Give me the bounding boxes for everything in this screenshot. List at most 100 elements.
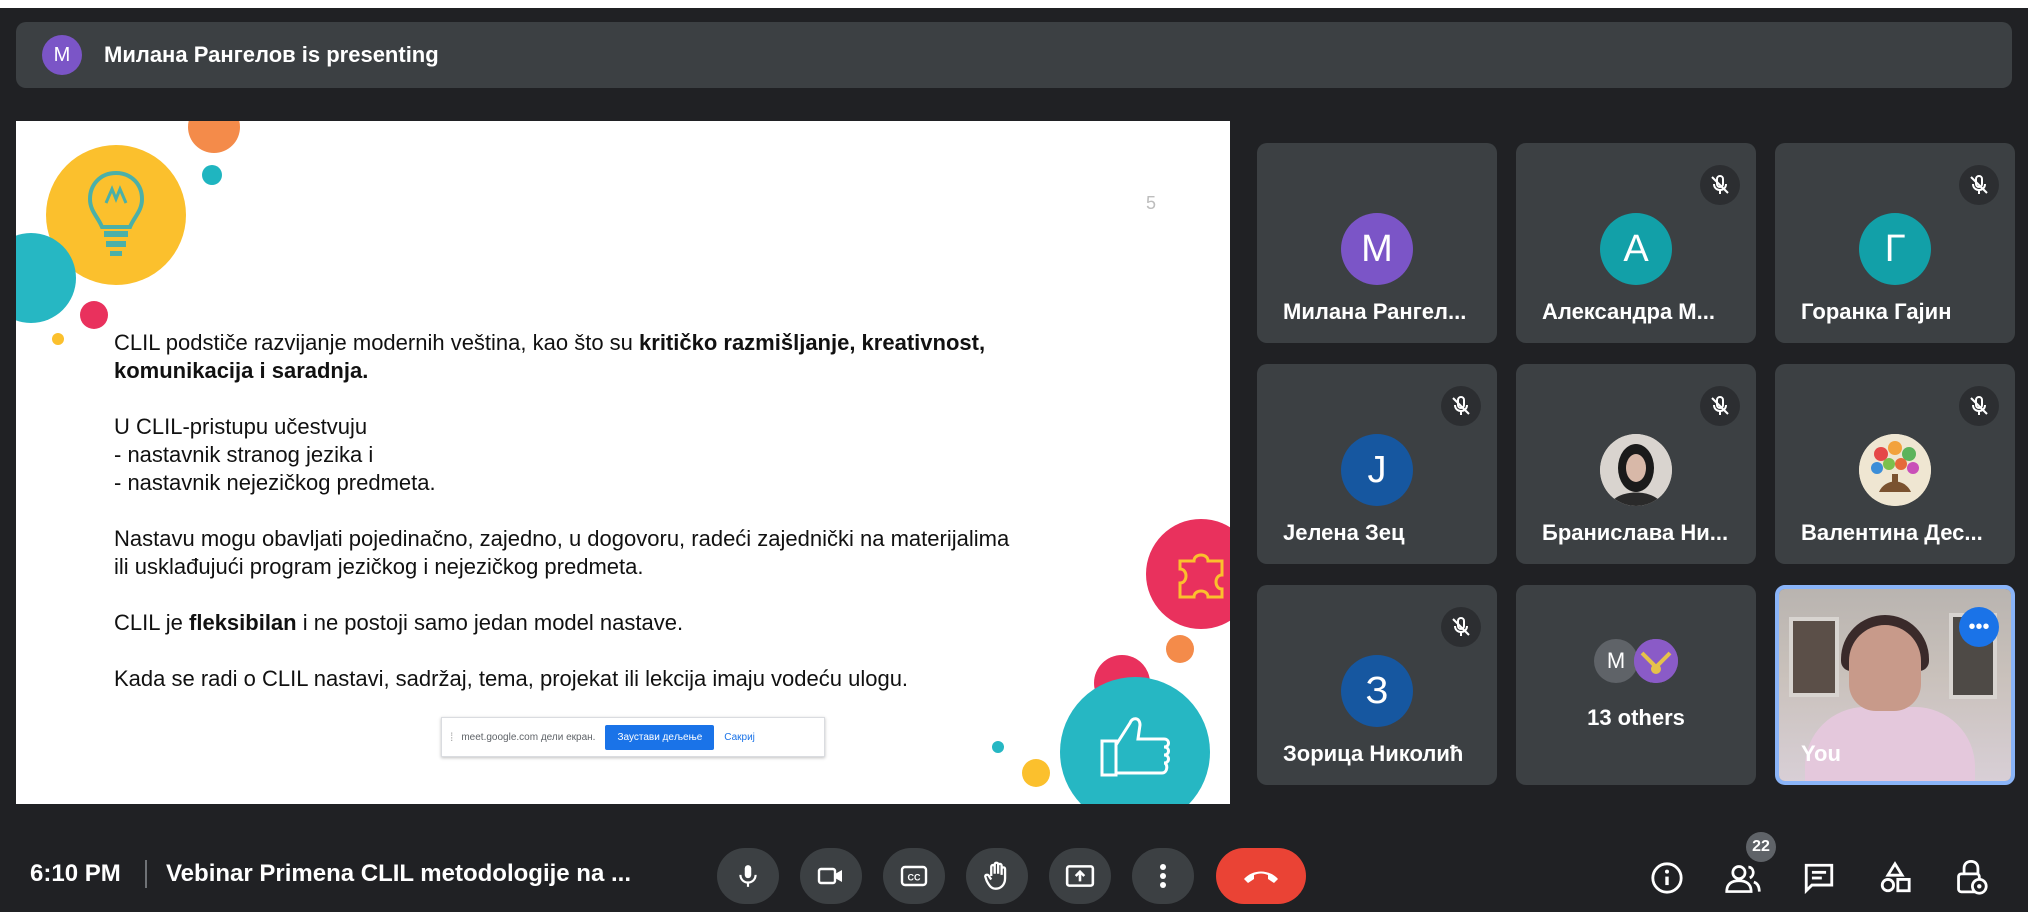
slide-paragraph: Kada se radi o CLIL nastavi, sadržaj, te… bbox=[114, 665, 1114, 693]
decor-circle bbox=[188, 121, 240, 153]
share-notice-text: meet.google.com дели екран. bbox=[461, 731, 596, 743]
camera-button[interactable] bbox=[800, 848, 862, 904]
presentation-slide: 5 CLIL podstiče razvijanje modernih vešt… bbox=[16, 121, 1230, 804]
thumbs-up-icon bbox=[1098, 711, 1174, 781]
decor-circle bbox=[202, 165, 222, 185]
slide-text: ili usklađujući program jezičkog i nejez… bbox=[114, 554, 644, 579]
host-controls-button[interactable] bbox=[1949, 856, 1993, 900]
wall-picture bbox=[1789, 617, 1839, 697]
more-options-icon bbox=[1159, 863, 1167, 889]
present-screen-icon bbox=[1065, 863, 1095, 889]
decor-circle bbox=[1022, 759, 1050, 787]
drag-handle-icon[interactable]: ⁞ bbox=[450, 730, 453, 744]
mic-off-icon bbox=[1700, 165, 1740, 205]
camera-icon bbox=[817, 863, 845, 889]
mic-off-icon bbox=[1441, 386, 1481, 426]
meeting-title[interactable]: Vebinar Primena CLIL metodologije na ... bbox=[166, 860, 631, 888]
participant-avatar: З bbox=[1341, 655, 1413, 727]
more-options-button[interactable] bbox=[1132, 848, 1194, 904]
presenting-banner: M Милана Рангелов is presenting bbox=[16, 22, 2012, 88]
people-icon bbox=[1724, 861, 1762, 895]
lightbulb-icon bbox=[84, 167, 148, 263]
stop-sharing-button[interactable]: Заустави дељење bbox=[605, 724, 715, 750]
participant-avatar: M bbox=[1341, 213, 1413, 285]
decor-circle bbox=[1166, 635, 1194, 663]
slide-text: - nastavnik stranog jezika i bbox=[114, 442, 374, 467]
participant-avatar: A bbox=[1600, 213, 1672, 285]
self-video-tile[interactable]: ••• You bbox=[1775, 585, 2015, 785]
mic-off-icon bbox=[1441, 607, 1481, 647]
slide-text: U CLIL-pristupu učestvuju bbox=[114, 414, 368, 439]
participant-name: Јелена Зец bbox=[1283, 520, 1405, 545]
slide-number: 5 bbox=[1146, 193, 1157, 213]
slide-bold-text: fleksibilan bbox=[189, 610, 297, 635]
participant-photo-avatar bbox=[1859, 434, 1931, 506]
slide-text: - nastavnik nejezičkog predmeta. bbox=[114, 470, 436, 495]
others-avatar: M bbox=[1594, 639, 1638, 683]
slide-text: CLIL je bbox=[114, 610, 190, 635]
slide-text: Nastavu mogu obavljati pojedinačno, zaje… bbox=[114, 526, 1010, 551]
decor-circle bbox=[992, 741, 1004, 753]
participant-photo-avatar bbox=[1600, 434, 1672, 506]
participant-tile[interactable]: З Зорица Николић bbox=[1257, 585, 1497, 785]
others-tile[interactable]: M 13 others bbox=[1516, 585, 1756, 785]
participant-avatar: J bbox=[1341, 434, 1413, 506]
participant-avatar: Г bbox=[1859, 213, 1931, 285]
microphone-icon bbox=[735, 863, 761, 889]
participant-tile[interactable]: J Јелена Зец bbox=[1257, 364, 1497, 564]
others-label: 13 others bbox=[1587, 705, 1685, 730]
participant-name: Зорица Николић bbox=[1283, 741, 1464, 766]
participant-name: Александра М... bbox=[1542, 299, 1715, 324]
chat-icon bbox=[1802, 861, 1836, 895]
slide-paragraph: U CLIL-pristupu učestvuju - nastavnik st… bbox=[114, 413, 1114, 497]
person-head bbox=[1849, 625, 1921, 711]
participant-tile[interactable]: Г Горанка Гајин bbox=[1775, 143, 2015, 343]
info-icon bbox=[1650, 861, 1684, 895]
meeting-details-button[interactable] bbox=[1645, 856, 1689, 900]
chat-button[interactable] bbox=[1797, 856, 1841, 900]
participant-tile[interactable]: Бранислава Ни... bbox=[1516, 364, 1756, 564]
participant-name: Валентина Дес... bbox=[1801, 520, 1983, 545]
slide-paragraph: CLIL podstiče razvijanje modernih veštin… bbox=[114, 329, 1114, 385]
present-now-button[interactable] bbox=[1049, 848, 1111, 904]
presenter-avatar: M bbox=[42, 35, 82, 75]
captions-icon: CC bbox=[900, 864, 928, 888]
people-button[interactable] bbox=[1721, 856, 1765, 900]
mic-off-icon bbox=[1700, 386, 1740, 426]
slide-paragraph: Nastavu mogu obavljati pojedinačno, zaje… bbox=[114, 525, 1114, 581]
activities-icon bbox=[1878, 861, 1912, 895]
slide-text: CLIL podstiče razvijanje modernih veštin… bbox=[114, 330, 640, 355]
captions-button[interactable]: CC bbox=[883, 848, 945, 904]
participant-name: Бранислава Ни... bbox=[1542, 520, 1729, 545]
separator bbox=[145, 860, 147, 888]
microphone-button[interactable] bbox=[717, 848, 779, 904]
screen-share-notice: ⁞ meet.google.com дели екран. Заустави д… bbox=[441, 717, 825, 757]
presenting-text: Милана Рангелов is presenting bbox=[104, 42, 439, 67]
end-call-icon bbox=[1241, 866, 1281, 886]
participant-tile[interactable]: Валентина Дес... bbox=[1775, 364, 2015, 564]
participant-name: Горанка Гајин bbox=[1801, 299, 1952, 324]
slide-text: i ne postoji samo jedan model nastave. bbox=[296, 610, 684, 635]
puzzle-icon bbox=[1174, 547, 1228, 601]
slide-text: Kada se radi o CLIL nastavi, sadržaj, te… bbox=[114, 666, 909, 691]
clock-time: 6:10 PM bbox=[30, 860, 121, 887]
raise-hand-button[interactable] bbox=[966, 848, 1028, 904]
others-photo-avatar bbox=[1634, 639, 1678, 683]
participant-tile[interactable]: M Милана Рангел... bbox=[1257, 143, 1497, 343]
svg-text:CC: CC bbox=[908, 873, 921, 883]
self-label: You bbox=[1801, 741, 1841, 766]
window-top-edge bbox=[0, 0, 2028, 8]
tile-more-options-button[interactable]: ••• bbox=[1959, 607, 1999, 647]
mic-off-icon bbox=[1959, 165, 1999, 205]
decor-circle bbox=[80, 301, 108, 329]
activities-button[interactable] bbox=[1873, 856, 1917, 900]
mic-off-icon bbox=[1959, 386, 1999, 426]
decor-circle bbox=[52, 333, 64, 345]
leave-call-button[interactable] bbox=[1216, 848, 1306, 904]
raise-hand-icon bbox=[983, 861, 1011, 891]
slide-paragraph: CLIL je fleksibilan i ne postoji samo je… bbox=[114, 609, 1114, 637]
slide-body: CLIL podstiče razvijanje modernih veštin… bbox=[114, 329, 1114, 721]
hide-button[interactable]: Сакриј bbox=[724, 732, 755, 743]
participant-tile[interactable]: A Александра М... bbox=[1516, 143, 1756, 343]
host-controls-icon bbox=[1954, 860, 1988, 896]
